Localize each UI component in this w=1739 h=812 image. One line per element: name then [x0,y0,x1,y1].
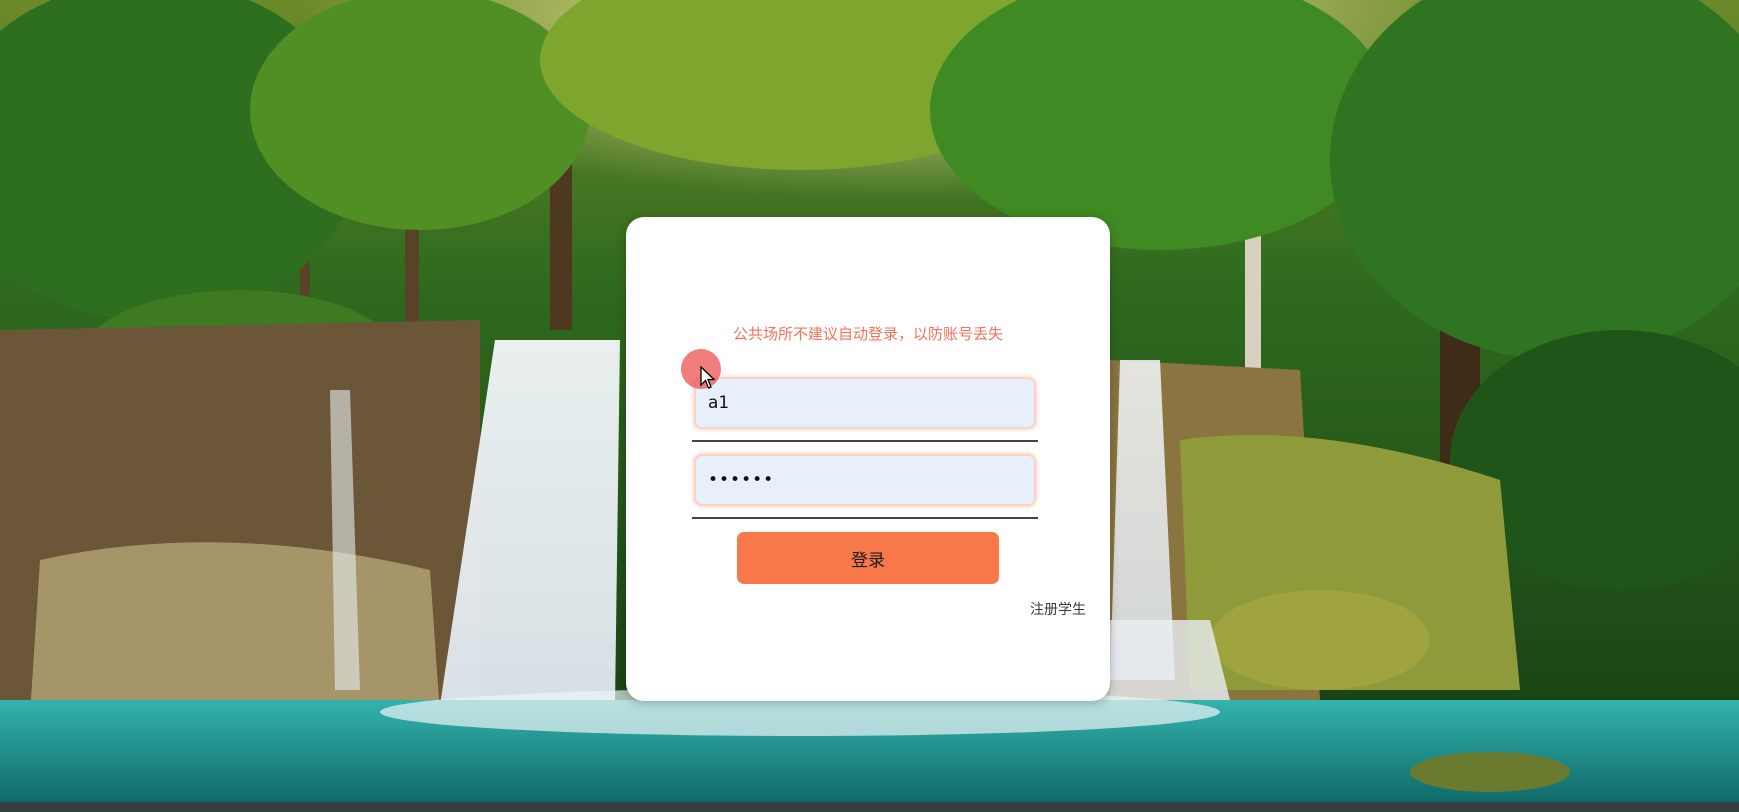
screen-bottom-edge [0,802,1739,812]
security-notice: 公共场所不建议自动登录，以防账号丢失 [732,325,1003,343]
username-underline [692,440,1038,442]
username-input[interactable] [694,377,1036,429]
login-card: 公共场所不建议自动登录，以防账号丢失 登录 注册学生 [626,217,1110,701]
register-student-link[interactable]: 注册学生 [1030,599,1086,619]
login-button[interactable]: 登录 [737,532,999,584]
password-input[interactable] [694,454,1036,506]
password-underline [692,517,1038,519]
mouse-pointer-icon [700,365,716,394]
